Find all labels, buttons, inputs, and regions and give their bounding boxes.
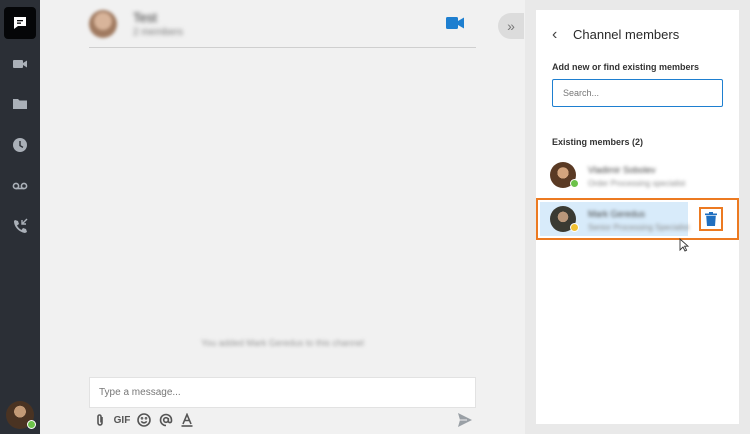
header-divider xyxy=(89,47,476,48)
attach-button[interactable] xyxy=(93,412,107,428)
member-role: Order Processing specialist xyxy=(588,179,686,188)
clock-icon xyxy=(13,138,27,152)
member-role: Senior Processing Specialist xyxy=(588,223,690,232)
text-format-button[interactable] xyxy=(179,412,195,428)
gif-label: GIF xyxy=(113,414,131,426)
member-status-dot xyxy=(570,223,579,232)
channel-subtitle: 2 members xyxy=(133,27,184,38)
nav-voicemail-button[interactable] xyxy=(4,170,36,202)
collapse-panel-button[interactable]: » xyxy=(498,13,524,39)
nav-files-button[interactable] xyxy=(4,88,36,120)
system-message: You added Mark Geredus to this channel xyxy=(201,338,364,348)
member-status-dot xyxy=(570,179,579,188)
messages-icon xyxy=(14,17,26,29)
smiley-icon xyxy=(137,413,151,427)
video-icon xyxy=(13,60,27,68)
member-row[interactable]: Vladimir Sobolev Order Processing specia… xyxy=(536,155,739,197)
user-status-dot xyxy=(27,420,36,429)
folder-icon xyxy=(13,99,27,109)
chat-area: Test 2 members You added Mark Geredus to… xyxy=(40,0,525,434)
nav-rail xyxy=(0,0,40,434)
gif-button[interactable]: GIF xyxy=(113,412,131,428)
voicemail-icon xyxy=(12,182,28,190)
existing-members-label: Existing members (2) xyxy=(552,137,644,147)
member-name: Mark Geredus xyxy=(588,209,646,219)
nav-history-button[interactable] xyxy=(4,129,36,161)
back-button[interactable]: ‹ xyxy=(552,26,564,44)
member-name: Vladimir Sobolev xyxy=(588,165,656,175)
send-icon[interactable] xyxy=(457,412,473,428)
text-format-icon xyxy=(181,413,193,427)
phone-incoming-icon xyxy=(14,218,28,233)
video-call-icon[interactable] xyxy=(446,16,464,30)
message-input[interactable] xyxy=(89,377,476,408)
nav-video-button[interactable] xyxy=(4,48,36,80)
remove-member-button[interactable] xyxy=(699,207,723,231)
trash-icon xyxy=(705,212,717,226)
nav-calls-button[interactable] xyxy=(4,210,36,242)
add-members-label: Add new or find existing members xyxy=(552,62,700,72)
mention-button[interactable] xyxy=(158,412,174,428)
panel-title: Channel members xyxy=(573,27,680,42)
at-sign-icon xyxy=(159,413,173,427)
mouse-cursor-icon xyxy=(679,238,690,252)
member-search-input[interactable] xyxy=(552,79,723,107)
emoji-button[interactable] xyxy=(136,412,152,428)
paperclip-icon xyxy=(97,414,103,426)
nav-messages-button[interactable] xyxy=(4,7,36,39)
channel-name[interactable]: Test xyxy=(133,10,157,25)
channel-avatar xyxy=(89,10,117,38)
